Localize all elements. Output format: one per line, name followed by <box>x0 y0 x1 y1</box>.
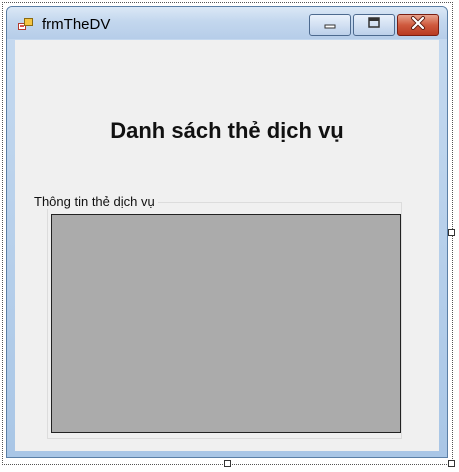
groupbox-label: Thông tin thẻ dịch vụ <box>31 194 158 209</box>
close-button[interactable] <box>397 14 439 36</box>
close-icon <box>410 15 426 35</box>
resize-handle-right[interactable] <box>448 229 455 236</box>
window-title: frmTheDV <box>42 16 111 33</box>
title-bar[interactable]: frmTheDV <box>7 7 447 39</box>
page-title: Danh sách thẻ dịch vụ <box>110 118 344 143</box>
maximize-button[interactable] <box>353 14 395 36</box>
minimize-button[interactable] <box>309 14 351 36</box>
form-window: frmTheDV Danh sách thẻ dịch vụ Thông tin… <box>6 6 448 458</box>
maximize-icon <box>367 16 381 34</box>
resize-handle-bottom[interactable] <box>224 460 231 467</box>
form-icon <box>18 17 34 33</box>
form-client-area: Danh sách thẻ dịch vụ Thông tin thẻ dịch… <box>15 40 439 451</box>
resize-handle-corner[interactable] <box>448 460 455 467</box>
minimize-icon <box>323 16 337 34</box>
service-card-datagrid[interactable] <box>51 214 401 433</box>
